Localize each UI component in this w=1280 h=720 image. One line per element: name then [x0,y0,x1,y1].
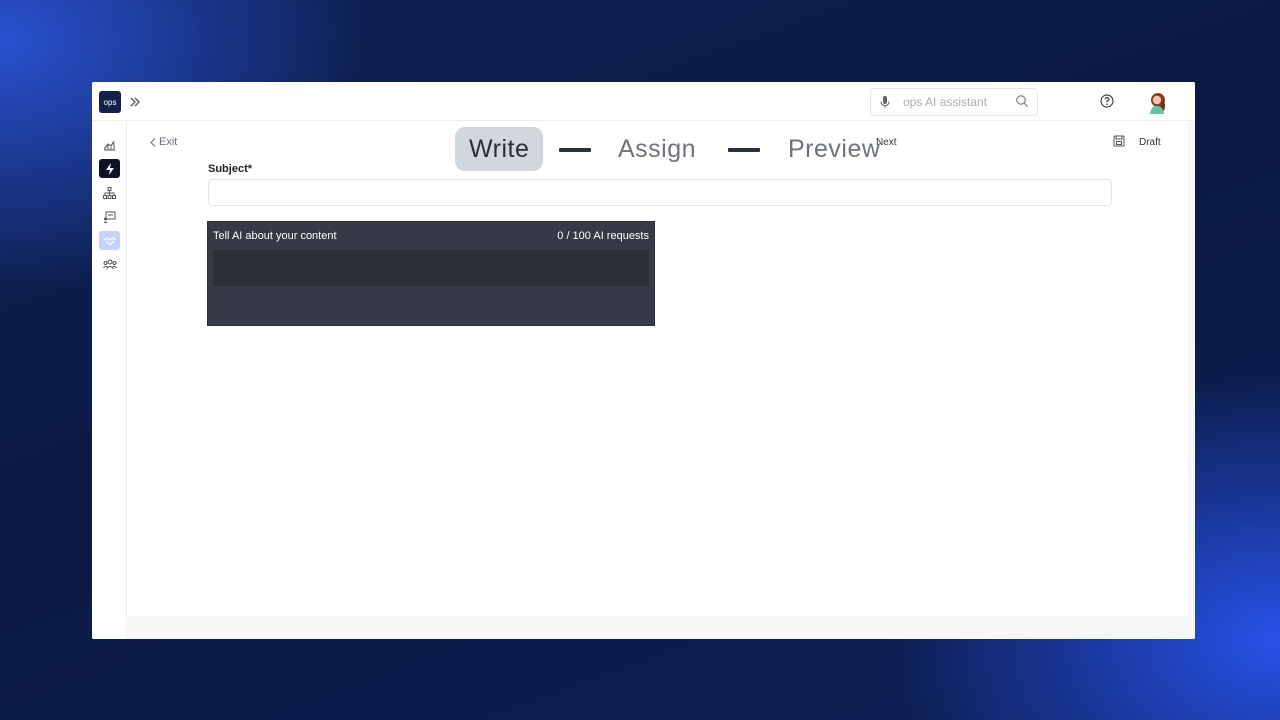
ai-panel-title: Tell AI about your content [213,230,337,242]
subject-input[interactable] [208,179,1112,206]
sidebar [92,121,127,639]
logo-text: ops [103,97,117,107]
lightning-icon [105,162,114,175]
content-scroll-gutter [1188,121,1195,616]
users-icon [102,259,117,270]
sidebar-item-communications[interactable] [99,231,120,250]
help-icon[interactable] [1100,94,1114,108]
top-bar: ops ops AI assistant [92,82,1195,121]
step-assign[interactable]: Assign [618,127,696,171]
ai-assistant-search[interactable]: ops AI assistant [870,88,1038,116]
ai-prompt-panel: Tell AI about your content 0 / 100 AI re… [207,221,655,326]
handshake-icon [103,236,116,245]
sidebar-item-people[interactable] [99,255,120,274]
exit-button[interactable]: Exit [150,136,177,148]
app-logo[interactable]: ops [99,91,121,113]
sidebar-item-analytics[interactable] [99,135,120,154]
step-preview[interactable]: Preview [788,127,880,171]
step-connector [559,148,591,152]
step-assign-label: Assign [618,134,697,163]
search-icon[interactable] [1015,94,1029,108]
next-button[interactable]: Next [876,137,897,148]
subject-label: Subject* [208,163,253,175]
ai-request-counter: 0 / 100 AI requests [557,230,649,242]
chevron-left-icon [150,137,156,147]
sidebar-item-automations[interactable] [99,159,120,178]
mic-icon[interactable] [879,95,891,109]
app-window: ops ops AI assistant Exit Write Assign P… [92,82,1195,639]
ai-prompt-input[interactable] [213,250,649,286]
avatar[interactable] [1146,90,1170,114]
save-icon[interactable] [1113,135,1125,147]
presentation-icon [103,211,116,223]
exit-label: Exit [159,136,178,148]
step-preview-label: Preview [788,134,881,163]
step-connector [728,148,760,152]
sidebar-item-org-chart[interactable] [99,183,120,202]
chart-icon [104,140,115,151]
step-write-label: Write [469,134,530,163]
hierarchy-icon [103,186,116,199]
search-placeholder: ops AI assistant [903,95,988,109]
expand-icon[interactable] [128,95,142,109]
content-footer-strip [126,616,1195,639]
sidebar-item-training[interactable] [99,207,120,226]
step-write[interactable]: Write [455,127,544,171]
draft-status: Draft [1139,137,1161,148]
